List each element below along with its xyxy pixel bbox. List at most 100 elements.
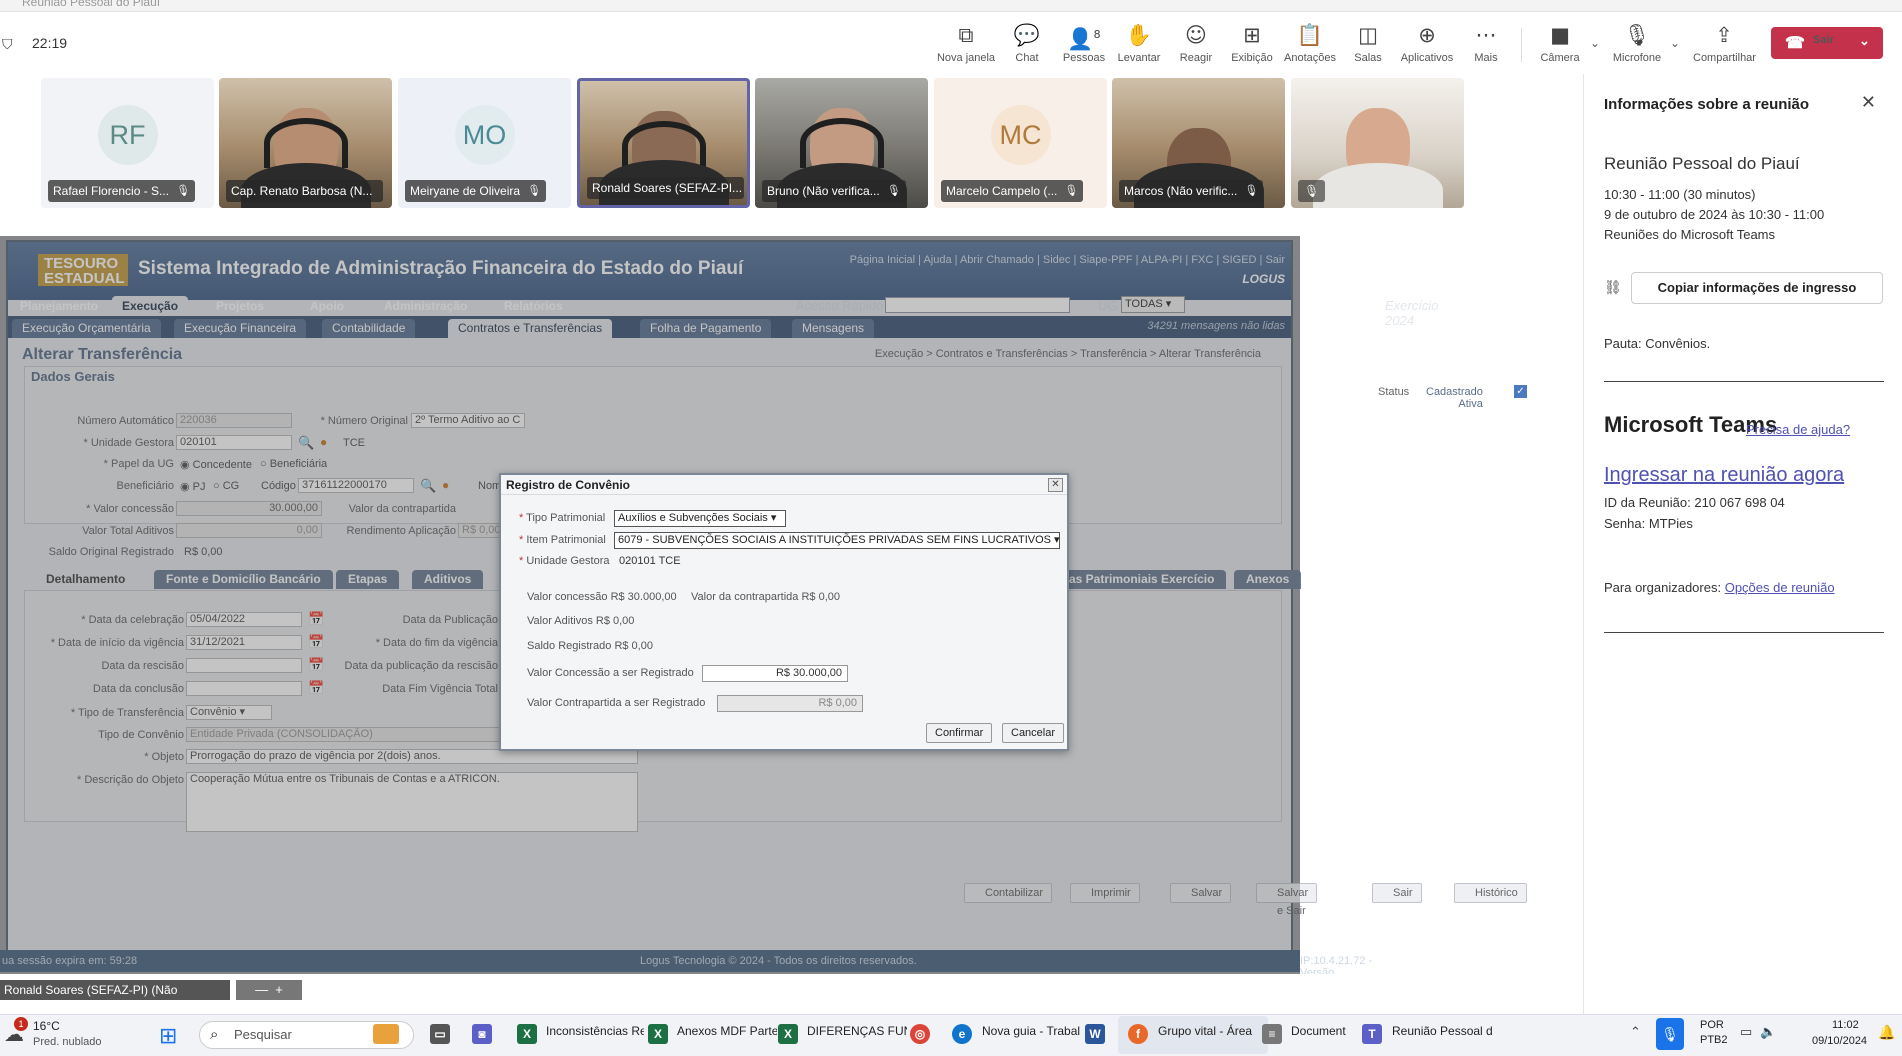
shield-icon: ⛉ bbox=[2, 36, 13, 52]
copy-join-info-button[interactable]: Copiar informações de ingresso bbox=[1631, 272, 1883, 304]
participant-tile[interactable]: Cap. Renato Barbosa (N... bbox=[219, 78, 392, 208]
dialog-title: Registro de Convênio bbox=[501, 475, 1067, 495]
view-button[interactable]: ⊞ Exibição bbox=[1221, 22, 1283, 64]
task-view-icon[interactable]: ▭ bbox=[430, 1024, 450, 1044]
saldo-registrado-text: Saldo Registrado R$ 0,00 bbox=[527, 640, 653, 652]
teams-icon[interactable]: T bbox=[1362, 1024, 1382, 1044]
microphone-tray-icon[interactable]: 🎙 bbox=[1656, 1018, 1684, 1050]
edge-icon[interactable]: e bbox=[952, 1024, 972, 1044]
status-label: Status bbox=[1378, 386, 1410, 398]
taskbar-app-document[interactable]: Document bbox=[1291, 1024, 1351, 1038]
clock-time: 11:02 bbox=[1832, 1019, 1859, 1031]
excel-icon[interactable]: X bbox=[778, 1024, 798, 1044]
zoom-controls[interactable]: — + bbox=[236, 980, 302, 1000]
excel-icon[interactable]: X bbox=[517, 1024, 537, 1044]
participant-name: Rafael Florencio - S... 🎙 bbox=[48, 180, 196, 202]
keyboard-layout[interactable]: PTB2 bbox=[1700, 1034, 1728, 1046]
raise-hand-button[interactable]: ✋ Levantar bbox=[1108, 22, 1170, 64]
participant-tile[interactable]: MO Meiryane de Oliveira 🎙 bbox=[398, 78, 571, 208]
apps-icon: ⊕ bbox=[1418, 23, 1436, 47]
mic-muted-icon: 🎙 bbox=[527, 185, 542, 197]
clock-date: 09/10/2024 bbox=[1812, 1035, 1868, 1047]
item-patrimonial-select[interactable]: 6079 - SUBVENÇÕES SOCIAIS A INSTITUIÇÕES… bbox=[614, 532, 1060, 549]
chrome-icon[interactable]: ◎ bbox=[910, 1024, 930, 1044]
participant-tile[interactable]: MC Marcelo Campelo (... 🎙 bbox=[934, 78, 1107, 208]
share-button[interactable]: ⇪ Compartilhar bbox=[1693, 22, 1756, 64]
meeting-timer: 22:19 bbox=[32, 35, 68, 51]
share-icon: ⇪ bbox=[1715, 23, 1733, 47]
taskbar-app-excel-1[interactable]: Inconsistências Rel bbox=[546, 1024, 644, 1038]
taskbar-app-firefox[interactable]: Grupo vital - Área bbox=[1158, 1024, 1256, 1038]
participant-name: Marcos (Não verific... 🎙 bbox=[1119, 180, 1264, 202]
sair-button[interactable]: Sair bbox=[1372, 883, 1422, 903]
notes-icon: 📋 bbox=[1296, 23, 1324, 47]
windows-start-icon[interactable]: ⊞ bbox=[159, 1023, 177, 1049]
excel-icon[interactable]: X bbox=[648, 1024, 668, 1044]
participant-name: Bruno (Não verifica... 🎙 bbox=[762, 180, 906, 202]
apps-button[interactable]: ⊕ Aplicativos bbox=[1396, 22, 1458, 64]
firefox-icon[interactable]: f bbox=[1128, 1024, 1148, 1044]
notification-icon[interactable]: 🔔 bbox=[1878, 1024, 1895, 1041]
participant-tile[interactable]: RF Rafael Florencio - S... 🎙 bbox=[41, 78, 214, 208]
mic-muted-icon: 🎙 bbox=[1244, 185, 1259, 197]
participant-tile[interactable]: 🎙 bbox=[1291, 78, 1464, 208]
taskbar-app-teams[interactable]: Reunião Pessoal d bbox=[1392, 1024, 1492, 1038]
teams-chat-icon[interactable]: ◙ bbox=[472, 1024, 492, 1044]
more-button[interactable]: ⋯ Mais bbox=[1455, 22, 1517, 64]
chat-button[interactable]: 💬 Chat bbox=[996, 22, 1058, 64]
network-icon[interactable]: ▭ bbox=[1740, 1024, 1752, 1040]
camera-button[interactable]: ■ Câmera bbox=[1529, 22, 1591, 64]
notes-button[interactable]: 📋 Anotações bbox=[1279, 22, 1341, 64]
avatar: RF bbox=[97, 105, 158, 166]
volume-icon[interactable]: 🔈 bbox=[1760, 1024, 1776, 1040]
word-icon[interactable]: W bbox=[1085, 1024, 1105, 1044]
language-indicator[interactable]: POR bbox=[1700, 1019, 1724, 1031]
concessao-registrar-input[interactable]: R$ 30.000,00 bbox=[702, 665, 848, 682]
participant-name: Cap. Renato Barbosa (N... bbox=[226, 180, 383, 202]
taskbar-app-excel-2[interactable]: Anexos MDF Parte bbox=[677, 1024, 777, 1038]
help-link[interactable]: Precisa de ajuda? bbox=[1746, 422, 1886, 438]
react-button[interactable]: ☺ Reagir bbox=[1165, 22, 1227, 64]
camera-options-chevron-icon[interactable]: ⌄ bbox=[1590, 36, 1600, 50]
participant-tile[interactable]: Bruno (Não verifica... 🎙 bbox=[755, 78, 928, 208]
participant-name: Meiryane de Oliveira 🎙 bbox=[405, 180, 547, 202]
join-meeting-link[interactable]: Ingressar na reunião agora bbox=[1604, 464, 1844, 487]
cancel-button[interactable]: Cancelar bbox=[1002, 723, 1065, 743]
mic-off-icon: 🎙 bbox=[1623, 23, 1651, 47]
status-active-checkbox[interactable]: ✓ bbox=[1514, 385, 1527, 398]
meeting-options-link[interactable]: Opções de reunião bbox=[1725, 580, 1835, 595]
taskbar-app-edge[interactable]: Nova guia - Trabal bbox=[982, 1024, 1080, 1038]
tray-chevron-icon[interactable]: ⌃ bbox=[1630, 1024, 1641, 1040]
leave-options-chevron-icon[interactable]: ⌄ bbox=[1859, 33, 1870, 49]
participant-tile[interactable]: Marcos (Não verific... 🎙 bbox=[1112, 78, 1285, 208]
new-window-button[interactable]: ⧉ Nova janela bbox=[935, 22, 997, 64]
confirm-button[interactable]: Confirmar bbox=[926, 723, 993, 743]
close-icon[interactable]: ✕ bbox=[1048, 478, 1063, 492]
label: * Item Patrimonial bbox=[519, 534, 606, 546]
people-icon: 👤8 bbox=[1067, 27, 1101, 51]
microphone-button[interactable]: 🎙 Microfone bbox=[1606, 22, 1668, 64]
mic-options-chevron-icon[interactable]: ⌄ bbox=[1670, 36, 1680, 50]
people-button[interactable]: 👤8 Pessoas bbox=[1053, 22, 1115, 64]
toolbar-divider bbox=[1521, 28, 1522, 62]
rooms-button[interactable]: ◫ Salas bbox=[1337, 22, 1399, 64]
participant-tile-active-speaker[interactable]: Ronald Soares (SEFAZ-PI... bbox=[577, 78, 750, 208]
participant-name: Ronald Soares (SEFAZ-PI... bbox=[587, 177, 744, 199]
mic-muted-icon: 🎙 bbox=[1298, 180, 1326, 202]
weather-temp: 16°C bbox=[33, 1019, 60, 1033]
close-icon[interactable]: ✕ bbox=[1861, 92, 1876, 113]
meeting-info-panel: Informações sobre a reunião ✕ Reunião Pe… bbox=[1583, 74, 1902, 1014]
contrapartida-registrar-input: R$ 0,00 bbox=[717, 695, 863, 712]
more-icon: ⋯ bbox=[1475, 23, 1497, 47]
status-value: Cadastrado Ativa bbox=[1426, 386, 1483, 410]
view-icon: ⊞ bbox=[1243, 23, 1261, 47]
weather-badge: 1 bbox=[14, 1017, 28, 1031]
mic-muted-icon: 🎙 bbox=[176, 185, 191, 197]
taskbar-app-excel-3[interactable]: DIFERENÇAS FUND bbox=[807, 1024, 907, 1038]
panel-title: Informações sobre a reunião bbox=[1604, 96, 1810, 113]
document-icon[interactable]: ≡ bbox=[1262, 1024, 1282, 1044]
historico-button[interactable]: Histórico bbox=[1454, 883, 1527, 903]
avatar: MC bbox=[990, 105, 1051, 166]
leave-button[interactable]: ☎ Sair ⌄ bbox=[1771, 27, 1883, 59]
tipo-patrimonial-select[interactable]: Auxílios e Subvenções Sociais ▾ bbox=[614, 510, 786, 527]
